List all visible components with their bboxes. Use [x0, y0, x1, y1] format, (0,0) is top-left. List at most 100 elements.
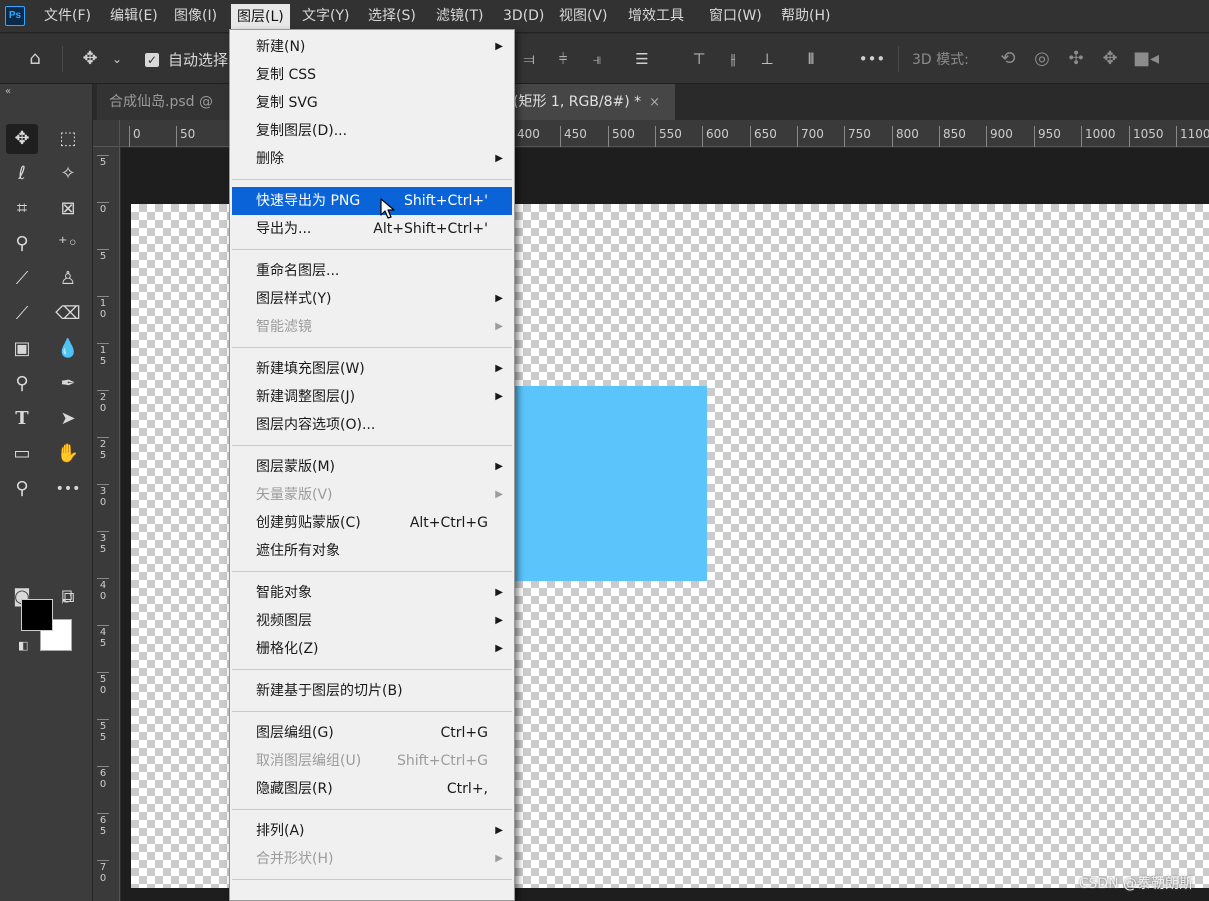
3d-roll-icon[interactable]: ◎ [1030, 47, 1054, 71]
ruler-h-tick: 0 [129, 126, 141, 147]
menu-10[interactable]: 窗口(W) [703, 0, 768, 33]
layer-menu-item[interactable]: 快速导出为 PNG Shift+Ctrl+' [232, 187, 512, 215]
default-colors-icon[interactable]: ◧ [18, 639, 28, 652]
magic-wand-tool-icon[interactable]: ✧ [52, 159, 84, 189]
auto-select-checkbox[interactable]: ✓ [145, 53, 159, 67]
align-bottom-icon[interactable]: ⊥ [756, 47, 778, 71]
ruler-h-tick: 1000 [1081, 126, 1116, 147]
align-right-icon[interactable]: ⫣ [586, 47, 608, 71]
3d-pan-icon[interactable]: ✣ [1064, 47, 1088, 71]
submenu-arrow-icon: ▶ [495, 391, 503, 402]
rectangle-layer-shape[interactable] [500, 386, 707, 581]
align-left-icon[interactable]: ⫤ [518, 47, 540, 71]
layer-menu-item[interactable]: 重命名图层... [232, 257, 512, 285]
frame-tool-icon[interactable]: ⊠ [52, 194, 84, 224]
layer-menu-item[interactable]: 复制 CSS [232, 61, 512, 89]
menu-8[interactable]: 视图(V) [553, 0, 614, 33]
ruler-h-tick: 600 [702, 126, 729, 147]
layer-menu-item[interactable]: 排列(A) ▶ [232, 817, 512, 845]
submenu-arrow-icon: ▶ [495, 321, 503, 332]
layer-menu-item[interactable]: 删除 ▶ [232, 145, 512, 173]
menu-item-label: 栅格化(Z) [256, 641, 319, 657]
brush-tool-icon[interactable]: ⟋ [6, 264, 38, 294]
tab-document-1[interactable]: 合成仙岛.psd @ [97, 84, 232, 120]
move-tool-icon[interactable]: ✥ [6, 124, 38, 154]
ruler-h-tick: 850 [939, 126, 966, 147]
chevron-down-icon[interactable]: ⌄ [108, 47, 126, 71]
layer-menu-item[interactable]: 创建剪贴蒙版(C) Alt+Ctrl+G [232, 509, 512, 537]
layer-menu-item[interactable]: 复制 SVG [232, 89, 512, 117]
layer-menu-item[interactable]: 复制图层(D)... [232, 117, 512, 145]
menu-item-label: 视频图层 [256, 613, 312, 629]
layer-menu-dropdown: 新建(N) ▶ 复制 CSS 复制 SVG 复制图层(D)... 删除 ▶ 快速导出为 PNG… [229, 29, 515, 901]
layer-menu-item[interactable]: 新建调整图层(J) ▶ [232, 383, 512, 411]
ruler-h-tick: 750 [844, 126, 871, 147]
path-selection-tool-icon[interactable]: ➤ [52, 404, 84, 434]
eraser-tool-icon[interactable]: ⌫ [52, 299, 84, 329]
more-options-icon[interactable]: ••• [858, 47, 886, 71]
move-tool-icon[interactable]: ✥ [78, 47, 102, 71]
align-top-icon[interactable]: ⊤ [688, 47, 710, 71]
more-tools-icon[interactable]: ••• [52, 474, 84, 504]
menu-item-label: 隐藏图层(R) [256, 781, 333, 797]
menu-item-label: 复制图层(D)... [256, 123, 348, 139]
history-brush-tool-icon[interactable]: ⟋ [6, 299, 38, 329]
layer-menu-item[interactable]: 图层样式(Y) ▶ [232, 285, 512, 313]
align-center-icon[interactable]: ⫩ [552, 47, 574, 71]
layer-menu-item[interactable]: 隐藏图层(R) Ctrl+, [232, 775, 512, 803]
layer-menu-item[interactable]: 新建填充图层(W) ▶ [232, 355, 512, 383]
layer-menu-item[interactable]: 图层蒙版(M) ▶ [232, 453, 512, 481]
close-icon[interactable]: × [649, 95, 660, 110]
menu-item-label: 图层内容选项(O)... [256, 417, 376, 433]
eyedropper-tool-icon[interactable]: ⚲ [6, 229, 38, 259]
ruler-v-tick: 0 [97, 202, 109, 215]
zoom-tool-icon[interactable]: ⚲ [6, 474, 38, 504]
crop-tool-icon[interactable]: ⌗ [6, 194, 38, 224]
3d-orbit-icon[interactable]: ⟲ [996, 47, 1020, 71]
layer-menu-item[interactable]: 视频图层 ▶ [232, 607, 512, 635]
align-middle-icon[interactable]: ⫲ [722, 47, 744, 71]
layer-menu-item[interactable]: 新建(N) ▶ [232, 33, 512, 61]
3d-slide-icon[interactable]: ✥ [1098, 47, 1122, 71]
menu-11[interactable]: 帮助(H) [775, 0, 836, 33]
home-icon[interactable]: ⌂ [22, 47, 48, 71]
foreground-color-swatch[interactable] [21, 599, 53, 631]
layer-menu-item[interactable]: 图层内容选项(O)... [232, 411, 512, 439]
pen-tool-icon[interactable]: ✒ [52, 369, 84, 399]
lasso-tool-icon[interactable]: ℓ [6, 159, 38, 189]
screen-mode-icon[interactable]: ⧉ [52, 582, 84, 612]
type-tool-icon[interactable]: T [6, 404, 38, 434]
tab-document-2[interactable]: (矩形 1, RGB/8#) * × [503, 84, 675, 120]
distribute-icon[interactable]: ☰ [630, 47, 654, 71]
blur-tool-icon[interactable]: 💧 [52, 334, 84, 364]
menu-item-label: 快速导出为 PNG [256, 193, 361, 209]
layer-menu-item[interactable]: 图层编组(G) Ctrl+G [232, 719, 512, 747]
menu-separator [232, 249, 512, 250]
rectangle-tool-icon[interactable]: ▭ [6, 439, 38, 469]
menu-separator [232, 711, 512, 712]
menu-bar: Ps 文件(F) 编辑(E) 图像(I) 图层(L) 文字(Y) 选择(S) 滤镜(T) 3D… [0, 0, 1209, 33]
stamp-tool-icon[interactable]: ♙ [52, 264, 84, 294]
healing-tool-icon[interactable]: ⁺◦ [52, 229, 84, 259]
layer-menu-item[interactable]: 智能对象 ▶ [232, 579, 512, 607]
menu-2[interactable]: 图像(I) [168, 0, 223, 33]
collapse-icon[interactable]: « [5, 86, 11, 97]
menu-9[interactable]: 增效工具 [622, 0, 690, 33]
3d-camera-icon[interactable]: ■◂ [1132, 47, 1160, 71]
submenu-arrow-icon: ▶ [495, 293, 503, 304]
marquee-tool-icon[interactable]: ⬚ [52, 124, 84, 154]
layer-menu-item[interactable]: 遮住所有对象 [232, 537, 512, 565]
dodge-tool-icon[interactable]: ⚲ [6, 369, 38, 399]
layer-menu-item: 矢量蒙版(V) ▶ [232, 481, 512, 509]
layer-menu-item[interactable]: 导出为... Alt+Shift+Ctrl+' [232, 215, 512, 243]
layer-menu-item[interactable]: 栅格化(Z) ▶ [232, 635, 512, 663]
hand-tool-icon[interactable]: ✋ [52, 439, 84, 469]
ruler-h-tick: 900 [986, 126, 1013, 147]
distribute-vertical-icon[interactable]: ⦀ [800, 47, 822, 71]
menu-separator [232, 809, 512, 810]
gradient-tool-icon[interactable]: ▣ [6, 334, 38, 364]
menu-item-shortcut: Ctrl+, [446, 781, 488, 797]
menu-0[interactable]: 文件(F) [38, 0, 97, 33]
menu-1[interactable]: 编辑(E) [104, 0, 164, 33]
layer-menu-item[interactable]: 新建基于图层的切片(B) [232, 677, 512, 705]
